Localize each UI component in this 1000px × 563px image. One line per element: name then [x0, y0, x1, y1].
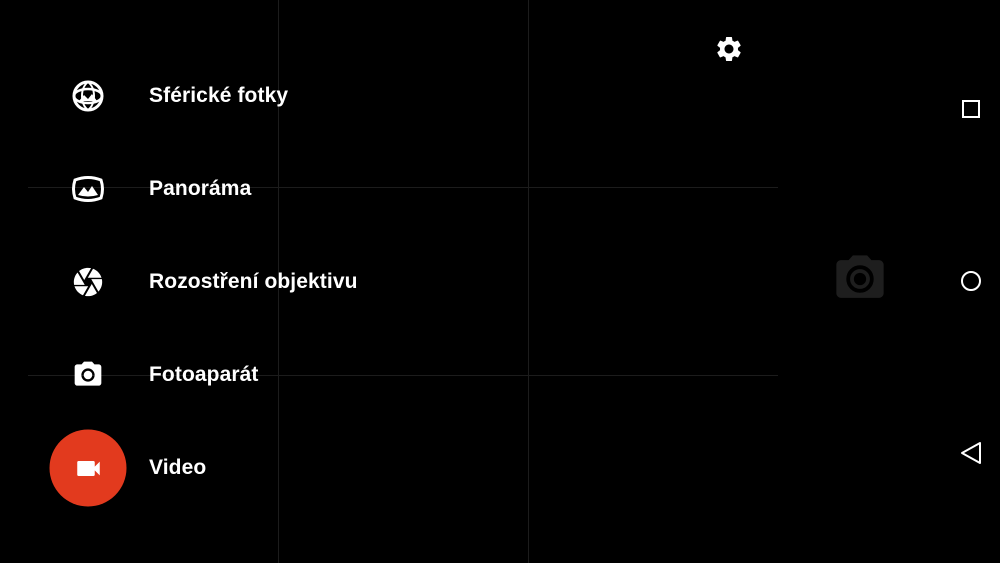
mode-panorama[interactable]: Panoráma: [0, 149, 460, 229]
camera-icon: [836, 255, 884, 298]
photosphere-icon: [70, 78, 106, 114]
video-icon: [76, 460, 100, 476]
mode-video[interactable]: Video: [0, 428, 460, 508]
mode-lens-blur[interactable]: Rozostření objektivu: [0, 242, 460, 322]
video-mode-highlight: [49, 429, 127, 507]
home-button[interactable]: [955, 265, 987, 297]
square-icon: [962, 100, 980, 118]
lens-blur-icon: [71, 265, 105, 299]
mode-photosphere[interactable]: Sférické fotky: [0, 56, 460, 136]
camera-mode-list: Sférické fotky Panoráma Rozostření objek…: [0, 0, 520, 563]
mode-photosphere-label: Sférické fotky: [149, 84, 289, 107]
mode-lens-blur-label: Rozostření objektivu: [149, 270, 358, 293]
panorama-icon: [70, 171, 106, 207]
mode-video-label: Video: [149, 456, 207, 479]
mode-camera-label: Fotoaparát: [149, 363, 259, 386]
camera-icon: [72, 359, 104, 391]
viewfinder-grid-line-vertical-2: [528, 0, 529, 563]
back-button[interactable]: [955, 437, 987, 469]
mode-panorama-label: Panoráma: [149, 177, 252, 200]
triangle-back-icon: [961, 442, 981, 464]
gear-icon: [717, 36, 741, 61]
mode-camera[interactable]: Fotoaparát: [0, 335, 460, 415]
circle-icon: [961, 271, 981, 291]
shutter-button-disabled: [831, 253, 889, 305]
settings-button[interactable]: [711, 31, 747, 67]
recents-button[interactable]: [955, 93, 987, 125]
